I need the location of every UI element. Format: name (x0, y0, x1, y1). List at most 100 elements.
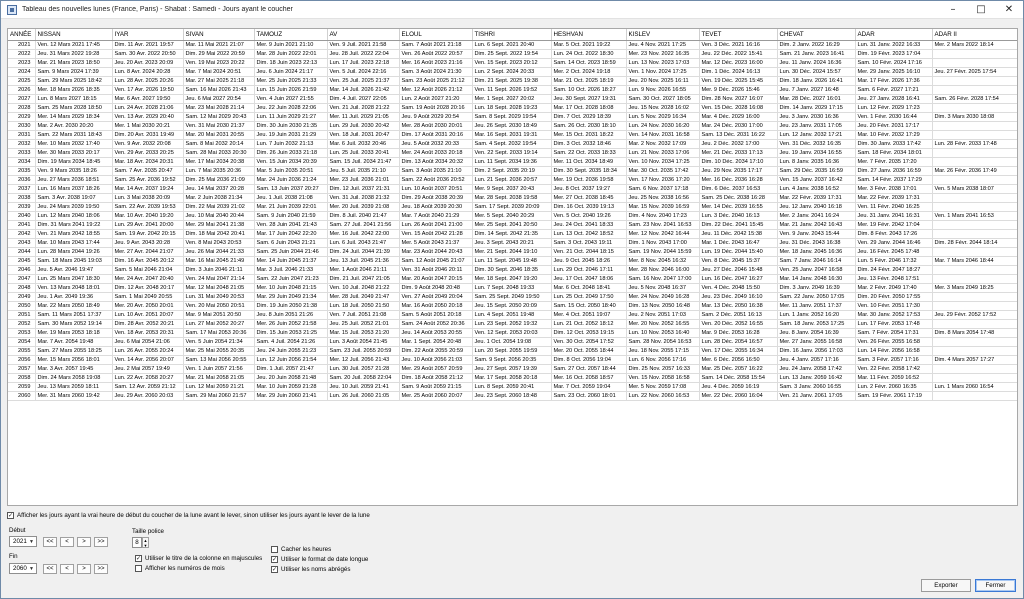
date-cell[interactable]: Dim. 3 Juin 2046 21:11 (183, 265, 255, 275)
date-cell[interactable]: Sam. 5 Août 2051 20:18 (399, 310, 473, 320)
date-cell[interactable]: Dim. 14 Janv. 2029 17:15 (777, 103, 856, 113)
date-cell[interactable]: Dim. 2 Janv. 2022 16:29 (777, 40, 856, 50)
date-cell[interactable]: Jeu. 29 Avr. 2060 20:03 (112, 391, 184, 401)
date-cell[interactable]: Lun. 6 Juil. 2043 21:47 (327, 238, 400, 248)
column-header[interactable]: TAMOUZ (254, 29, 328, 41)
date-cell[interactable]: Sam. 17 Mai 2053 20:36 (183, 328, 255, 338)
date-cell[interactable]: Lun. 11 Sept. 2045 19:48 (472, 256, 552, 266)
date-cell[interactable]: Lun. 23 Sept. 2052 19:32 (472, 319, 552, 329)
table-row[interactable]: 2032 Mer. 10 Mars 2032 17:40 Ven. 9 Avr. 2… (8, 139, 1017, 149)
date-cell[interactable]: Dim. 13 Nov. 2050 16:48 (626, 301, 700, 311)
date-cell[interactable]: Dim. 18 Juin 2023 22:13 (254, 58, 328, 68)
date-cell[interactable]: Lun. 7 Mai 2035 20:36 (183, 166, 255, 176)
date-cell[interactable]: Jeu. 31 Janv. 2041 16:31 (855, 211, 933, 221)
uppercase-titles-checkbox[interactable]: ✓ Utiliser le titre de la colonne en maj… (135, 555, 262, 562)
table-row[interactable]: 2059 Jeu. 13 Mars 2059 18:11 Sam. 12 Avr. … (8, 382, 1017, 392)
date-cell[interactable]: Mar. 21 Janv. 2042 16:43 (777, 220, 856, 230)
date-cell[interactable]: Lun. 5 Nov. 2029 16:34 (626, 112, 700, 122)
date-cell[interactable]: Mer. 21 Sept. 2044 19:10 (472, 247, 552, 257)
date-cell[interactable]: Mer. 2 Mars 2022 18:14 (932, 40, 1017, 50)
export-button[interactable]: Exporter (921, 579, 971, 592)
date-cell[interactable]: Ven. 10 Févr. 2051 17:30 (855, 301, 933, 311)
date-cell[interactable]: Sam. 7 Janv. 2046 16:14 (777, 256, 856, 266)
date-cell[interactable]: Jeu. 24 Oct. 2041 18:33 (551, 220, 627, 230)
date-cell[interactable]: Mer. 23 Nov. 2022 16:35 (626, 49, 700, 59)
date-cell[interactable]: Jeu. 20 Nov. 2025 16:11 (626, 76, 700, 86)
date-cell[interactable]: Mer. 1 Mai 2030 20:21 (112, 121, 184, 131)
date-cell[interactable]: Lun. 21 Sept. 2036 20:57 (472, 175, 552, 185)
date-cell[interactable]: Jeu. 1 Avr. 2049 19:36 (35, 292, 113, 302)
date-cell[interactable]: Lun. 21 Oct. 2052 18:12 (551, 319, 627, 329)
date-cell[interactable]: Lun. 13 Janv. 2059 16:42 (777, 373, 856, 383)
date-cell[interactable]: Jeu. 3 Sept. 2043 20:21 (472, 238, 552, 248)
table-row[interactable]: 2054 Mar. 7 Avr. 2054 19:48 Jeu. 6 Mai 205… (8, 337, 1017, 347)
date-cell[interactable]: Ven. 15 Sept. 2023 20:12 (472, 58, 552, 68)
date-cell[interactable]: Lun. 28 Déc. 2054 16:57 (699, 337, 778, 347)
date-cell[interactable]: Mar. 20 Mai 2031 20:55 (183, 130, 255, 140)
date-cell[interactable]: Lun. 8 Sept. 2059 20:41 (472, 382, 552, 392)
column-header[interactable]: ELOUL (399, 29, 473, 41)
date-cell[interactable]: Dim. 1 Déc. 2024 16:13 (699, 67, 778, 77)
date-cell[interactable]: Lun. 6 Sept. 2021 20:40 (472, 40, 552, 50)
date-cell[interactable]: Sam. 3 Août 2035 21:10 (399, 166, 473, 176)
date-cell[interactable]: Jeu. 18 Nov. 2055 17:15 (626, 346, 700, 356)
date-cell[interactable]: Lun. 11 Sept. 2034 19:36 (472, 157, 552, 167)
date-cell[interactable]: Lun. 26 Août 2041 21:00 (399, 220, 473, 230)
date-cell[interactable]: Ven. 31 Mai 2030 21:37 (183, 121, 255, 131)
date-cell[interactable]: Sam. 9 Sept. 2056 20:35 (472, 355, 552, 365)
date-cell[interactable]: Mer. 6 Déc. 2056 16:50 (699, 355, 778, 365)
start-prev-button[interactable]: < (60, 537, 74, 547)
date-cell[interactable]: Sam. 25 Juin 2044 21:46 (254, 247, 328, 257)
date-cell[interactable]: Ven. 21 Juil. 2028 21:22 (327, 103, 400, 113)
table-row[interactable]: 2022 Jeu. 31 Mars 2022 19:28 Sam. 30 Avr. … (8, 49, 1017, 59)
year-cell[interactable]: 2050 (8, 301, 36, 311)
column-header[interactable]: KISLEV (626, 29, 700, 41)
date-cell[interactable]: Lun. 29 Oct. 2046 17:11 (551, 265, 627, 275)
date-cell[interactable]: Jeu. 22 Juin 2028 22:06 (254, 103, 328, 113)
date-cell[interactable]: Lun. 24 Avr. 2028 21:06 (112, 103, 184, 113)
date-cell[interactable]: Mar. 24 Juin 2036 21:24 (254, 175, 328, 185)
date-cell[interactable]: Dim. 18 Mai 2042 20:41 (183, 229, 255, 239)
date-cell[interactable]: Ven. 24 Mai 2047 21:14 (183, 274, 255, 284)
date-cell[interactable]: Lun. 2 Août 2027 21:20 (399, 94, 473, 104)
date-cell[interactable]: Sam. 3 Févr. 2057 17:16 (855, 355, 933, 365)
date-cell[interactable]: Lun. 30 Juil. 2057 21:28 (327, 364, 400, 374)
date-cell[interactable]: Sam. 10 Févr. 2024 17:16 (855, 58, 933, 68)
date-cell[interactable]: Sam. 13 Déc. 2031 16:22 (699, 130, 778, 140)
column-header[interactable]: HESHVAN (551, 29, 627, 41)
date-cell[interactable]: Sam. 9 Juin 2040 21:59 (254, 211, 328, 221)
date-cell[interactable]: Mer. 3 Févr. 2038 17:01 (855, 184, 933, 194)
date-cell[interactable]: Dim. 20 Avr. 2031 19:49 (112, 130, 184, 140)
checkbox-box[interactable]: ✓ (271, 556, 278, 563)
date-cell[interactable]: Lun. 1 Janv. 2052 16:20 (777, 310, 856, 320)
date-cell[interactable] (932, 229, 1017, 239)
date-cell[interactable]: Mer. 22 Déc. 2060 16:04 (699, 391, 778, 401)
date-cell[interactable]: Jeu. 13 Févr. 2048 17:51 (855, 274, 933, 284)
date-cell[interactable]: Sam. 12 Avr. 2059 21:12 (112, 382, 184, 392)
date-cell[interactable]: Lun. 30 Déc. 2024 15:57 (777, 67, 856, 77)
date-cell[interactable]: Mar. 16 Mai 2045 21:49 (183, 256, 255, 266)
date-cell[interactable]: Ven. 22 Févr. 2058 17:42 (855, 364, 933, 374)
date-cell[interactable]: Lun. 8 Mars 2027 18:15 (35, 94, 113, 104)
date-cell[interactable]: Lun. 7 Sept. 2048 19:33 (472, 283, 552, 293)
date-cell[interactable]: Lun. 12 Janv. 2032 17:21 (777, 130, 856, 140)
date-cell[interactable]: Mar. 28 Juin 2022 22:01 (254, 49, 328, 59)
date-cell[interactable]: Sam. 21 Janv. 2023 16:41 (777, 49, 856, 59)
date-cell[interactable]: Ven. 4 Juin 2027 21:55 (254, 94, 328, 104)
date-cell[interactable]: Mer. 27 Avr. 2044 21:07 (112, 247, 184, 257)
date-cell[interactable]: Mar. 25 Déc. 2057 16:22 (699, 364, 778, 374)
date-cell[interactable]: Sam. 26 Févr. 2028 17:54 (932, 94, 1017, 104)
table-row[interactable]: 2023 Mar. 21 Mars 2023 18:50 Jeu. 20 Avr. … (8, 58, 1017, 68)
date-cell[interactable]: Lun. 1 Mars 2060 16:54 (932, 382, 1017, 392)
date-cell[interactable]: Ven. 15 Nov. 2058 16:58 (626, 373, 700, 383)
date-cell[interactable] (932, 175, 1017, 185)
date-cell[interactable]: Mer. 29 Mai 2041 21:38 (183, 220, 255, 230)
column-header[interactable]: SIVAN (183, 29, 255, 41)
date-cell[interactable]: Lun. 25 Oct. 2049 17:50 (551, 292, 627, 302)
date-cell[interactable]: Dim. 12 Oct. 2053 19:15 (551, 328, 627, 338)
date-cell[interactable]: Mar. 13 Déc. 2050 16:38 (699, 301, 778, 311)
date-cell[interactable]: Lun. 14 Févr. 2056 16:58 (855, 346, 933, 356)
date-cell[interactable]: Sam. 3 Oct. 2043 19:11 (551, 238, 627, 248)
date-cell[interactable]: Sam. 10 Oct. 2026 18:27 (551, 85, 627, 95)
date-cell[interactable]: Lun. 31 Mai 2049 20:53 (183, 292, 255, 302)
